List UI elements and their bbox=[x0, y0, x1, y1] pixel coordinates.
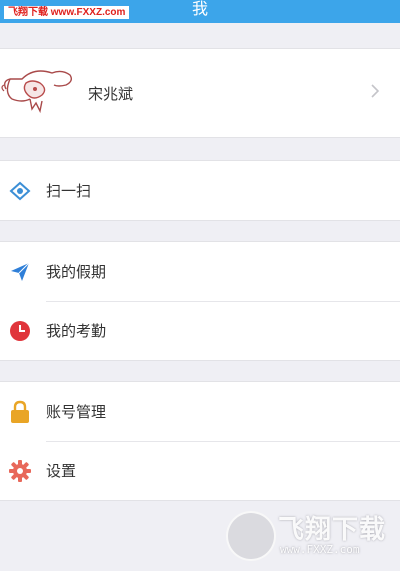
leave-card: 我的假期 我的考勤 bbox=[0, 241, 400, 361]
profile-row[interactable]: 宋兆斌 bbox=[0, 49, 400, 137]
watermark-top: 飞翔下载 www.FXXZ.com bbox=[4, 6, 130, 19]
menu-label-scan: 扫一扫 bbox=[46, 182, 92, 200]
profile-name: 宋兆斌 bbox=[88, 84, 134, 103]
profile-card[interactable]: 宋兆斌 bbox=[0, 48, 400, 138]
scan-eye-icon bbox=[8, 179, 32, 203]
watermark-logo: 飞翔下载 www.FXXZ.com bbox=[226, 509, 392, 565]
lock-icon bbox=[8, 400, 32, 424]
paper-plane-icon bbox=[8, 260, 32, 284]
chevron-right-icon bbox=[370, 83, 380, 103]
watermark-url: www.FXXZ.com bbox=[280, 543, 360, 556]
menu-label-attendance: 我的考勤 bbox=[46, 322, 107, 340]
gear-icon bbox=[8, 459, 32, 483]
menu-label-vacation: 我的假期 bbox=[46, 263, 107, 281]
menu-item-scan[interactable]: 扫一扫 bbox=[0, 161, 400, 220]
menu-item-account[interactable]: 账号管理 bbox=[0, 382, 400, 441]
avatar bbox=[0, 63, 76, 123]
menu-label-account: 账号管理 bbox=[46, 403, 107, 421]
watermark-circle-icon bbox=[226, 511, 276, 561]
menu-label-settings: 设置 bbox=[46, 462, 77, 480]
clock-icon bbox=[8, 319, 32, 343]
watermark-brand: 飞翔下载 bbox=[278, 515, 387, 545]
menu-item-attendance[interactable]: 我的考勤 bbox=[0, 301, 400, 360]
settings-card: 账号管理 设置 bbox=[0, 381, 400, 501]
menu-item-settings[interactable]: 设置 bbox=[0, 441, 400, 500]
menu-item-vacation[interactable]: 我的假期 bbox=[0, 242, 400, 301]
scan-card: 扫一扫 bbox=[0, 160, 400, 221]
